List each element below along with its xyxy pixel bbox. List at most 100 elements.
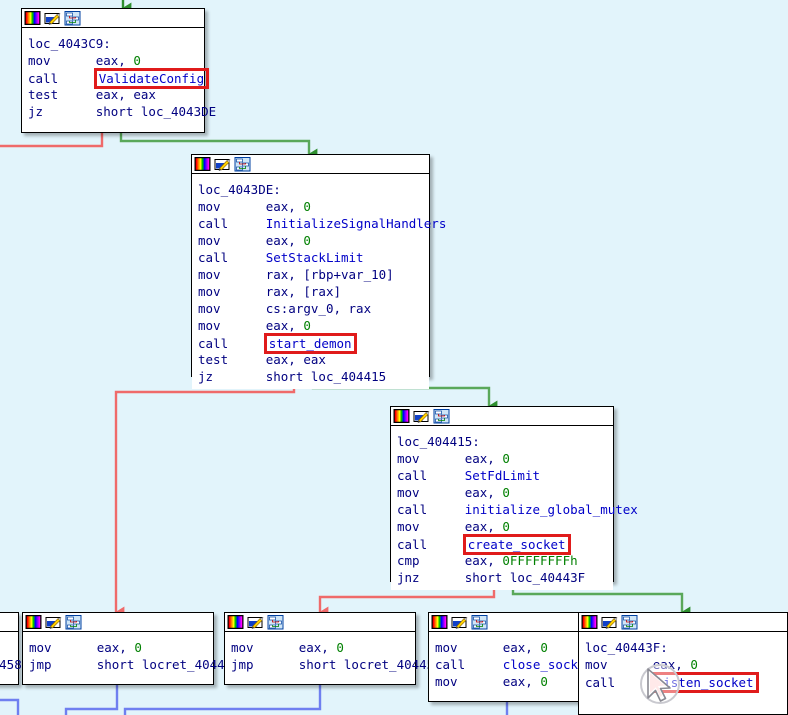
graph-icon[interactable] xyxy=(234,156,251,172)
pencil-icon[interactable] xyxy=(247,615,264,630)
asm-mnemonic: test xyxy=(28,87,96,102)
asm-operand: eax, xyxy=(265,233,304,248)
asm-instruction: call InitializeSignalHandlers xyxy=(198,215,446,232)
basic-block[interactable]: mov eax, 0jmp short locret_404458 xyxy=(0,612,22,685)
block-titlebar[interactable] xyxy=(0,613,18,632)
asm-operand: short loc_404415 xyxy=(265,369,387,384)
asm-operand: cs:argv_0, rax xyxy=(265,301,372,316)
basic-block[interactable]: mov eax, 0 call close_socket mov eax, 0 xyxy=(428,612,593,702)
highlighted-call-target[interactable]: create_socket xyxy=(462,534,571,555)
graph-icon[interactable] xyxy=(64,10,81,26)
pencil-icon[interactable] xyxy=(601,615,618,630)
palette-icon[interactable] xyxy=(194,156,211,172)
asm-instruction: mov eax, 0 xyxy=(29,639,207,656)
asm-mnemonic: mov xyxy=(198,301,266,316)
asm-operand: eax, eax xyxy=(265,352,326,367)
asm-operand: 0 xyxy=(336,640,344,655)
palette-icon[interactable] xyxy=(431,614,448,630)
asm-operand: eax, xyxy=(464,451,503,466)
asm-operand: eax, xyxy=(464,519,503,534)
asm-operand: eax, xyxy=(265,199,304,214)
block-titlebar[interactable] xyxy=(429,613,584,632)
graph-icon[interactable] xyxy=(433,408,450,424)
asm-mnemonic: mov xyxy=(231,640,299,655)
asm-operand: eax, xyxy=(464,553,503,568)
asm-mnemonic: mov xyxy=(397,451,465,466)
palette-icon[interactable] xyxy=(25,614,42,630)
asm-instruction: mov rax, [rax] xyxy=(198,283,423,300)
block-titlebar[interactable] xyxy=(225,613,415,632)
asm-instruction: jmp short locret_404458 xyxy=(231,656,442,673)
pencil-icon[interactable] xyxy=(45,615,62,630)
basic-block[interactable]: mov eax, 0jmp short locret_404458 xyxy=(22,612,240,685)
asm-operand: short loc_40443F xyxy=(464,570,586,585)
basic-block[interactable]: loc_4043C9: mov eax, 0 call ValidateConfig… xyxy=(21,8,216,133)
asm-operand: 0 xyxy=(502,485,510,500)
graph-icon[interactable] xyxy=(65,614,82,630)
highlighted-call-target[interactable]: start_demon xyxy=(263,333,357,354)
asm-operand: 0 xyxy=(303,199,311,214)
basic-block[interactable]: loc_4043DE: mov eax, 0 call InitializeSign… xyxy=(191,154,446,389)
call-target[interactable]: SetFdLimit xyxy=(465,468,540,483)
asm-instruction: call initialize_global_mutex xyxy=(397,501,638,518)
block-titlebar[interactable] xyxy=(579,613,787,632)
asm-operand: short locret_404458 xyxy=(96,657,240,672)
asm-mnemonic: mov xyxy=(198,233,266,248)
block-titlebar[interactable] xyxy=(23,613,213,632)
edge-bottom-uncond-b xyxy=(123,685,322,715)
asm-mnemonic: call xyxy=(435,657,503,672)
basic-block[interactable]: loc_40443F: mov eax, 0 call listen_socket xyxy=(578,612,788,715)
graph-icon[interactable] xyxy=(267,614,284,630)
asm-instruction: mov eax, 0 xyxy=(231,639,409,656)
pencil-icon[interactable] xyxy=(214,157,231,172)
palette-icon[interactable] xyxy=(24,10,41,26)
asm-mnemonic: mov xyxy=(198,284,266,299)
basic-block[interactable]: loc_404415: mov eax, 0 call SetFdLimit mov … xyxy=(390,406,638,590)
ida-graph-canvas[interactable]: loc_4043C9: mov eax, 0 call ValidateConfig… xyxy=(0,0,788,715)
block-body: loc_404415: mov eax, 0 call SetFdLimit mov … xyxy=(391,426,638,590)
call-target[interactable]: initialize_global_mutex xyxy=(465,502,638,517)
pencil-icon[interactable] xyxy=(44,11,61,26)
asm-operand: eax, eax xyxy=(95,87,156,102)
call-target[interactable]: SetStackLimit xyxy=(266,250,364,265)
call-target[interactable]: start_demon xyxy=(269,336,352,351)
graph-icon[interactable] xyxy=(471,614,488,630)
asm-instruction: mov eax, 0 xyxy=(198,232,423,249)
call-target[interactable]: InitializeSignalHandlers xyxy=(266,216,447,231)
asm-instruction: jnz short loc_40443F xyxy=(397,569,607,586)
block-body: mov eax, 0jmp short locret_404458 xyxy=(0,632,22,677)
palette-icon[interactable] xyxy=(227,614,244,630)
asm-instruction: mov eax, 0 xyxy=(0,639,12,656)
asm-instruction: mov eax, 0 xyxy=(198,198,423,215)
asm-mnemonic: call xyxy=(585,675,653,690)
call-target[interactable]: create_socket xyxy=(468,537,566,552)
call-target[interactable]: listen_socket xyxy=(656,675,754,690)
graph-icon[interactable] xyxy=(621,614,638,630)
asm-instruction: mov eax, 0 xyxy=(585,656,781,673)
asm-operand: short loc_4043DE xyxy=(95,104,217,119)
asm-mnemonic: call xyxy=(397,502,465,517)
palette-icon[interactable] xyxy=(581,614,598,630)
asm-instruction: jmp short locret_404458 xyxy=(29,656,240,673)
asm-mnemonic: call xyxy=(198,216,266,231)
block-titlebar[interactable] xyxy=(391,407,613,426)
highlighted-call-target[interactable]: listen_socket xyxy=(650,672,759,693)
asm-instruction: mov cs:argv_0, rax xyxy=(198,300,423,317)
asm-operand: eax, xyxy=(298,640,337,655)
asm-operand: 0 xyxy=(134,640,142,655)
palette-icon[interactable] xyxy=(393,408,410,424)
asm-mnemonic: test xyxy=(198,352,266,367)
pencil-icon[interactable] xyxy=(451,615,468,630)
call-target[interactable]: ValidateConfig xyxy=(99,71,204,86)
asm-mnemonic: call xyxy=(28,71,96,86)
asm-operand: 0 xyxy=(540,674,548,689)
asm-mnemonic: call xyxy=(397,468,465,483)
asm-mnemonic: mov xyxy=(585,657,653,672)
pencil-icon[interactable] xyxy=(413,409,430,424)
asm-mnemonic: call xyxy=(198,250,266,265)
highlighted-call-target[interactable]: ValidateConfig xyxy=(93,68,210,89)
asm-instruction: jz short loc_404415 xyxy=(198,368,423,385)
block-titlebar[interactable] xyxy=(22,9,204,28)
basic-block[interactable]: mov eax, 0jmp short locret_404458 xyxy=(224,612,442,685)
block-titlebar[interactable] xyxy=(192,155,429,174)
